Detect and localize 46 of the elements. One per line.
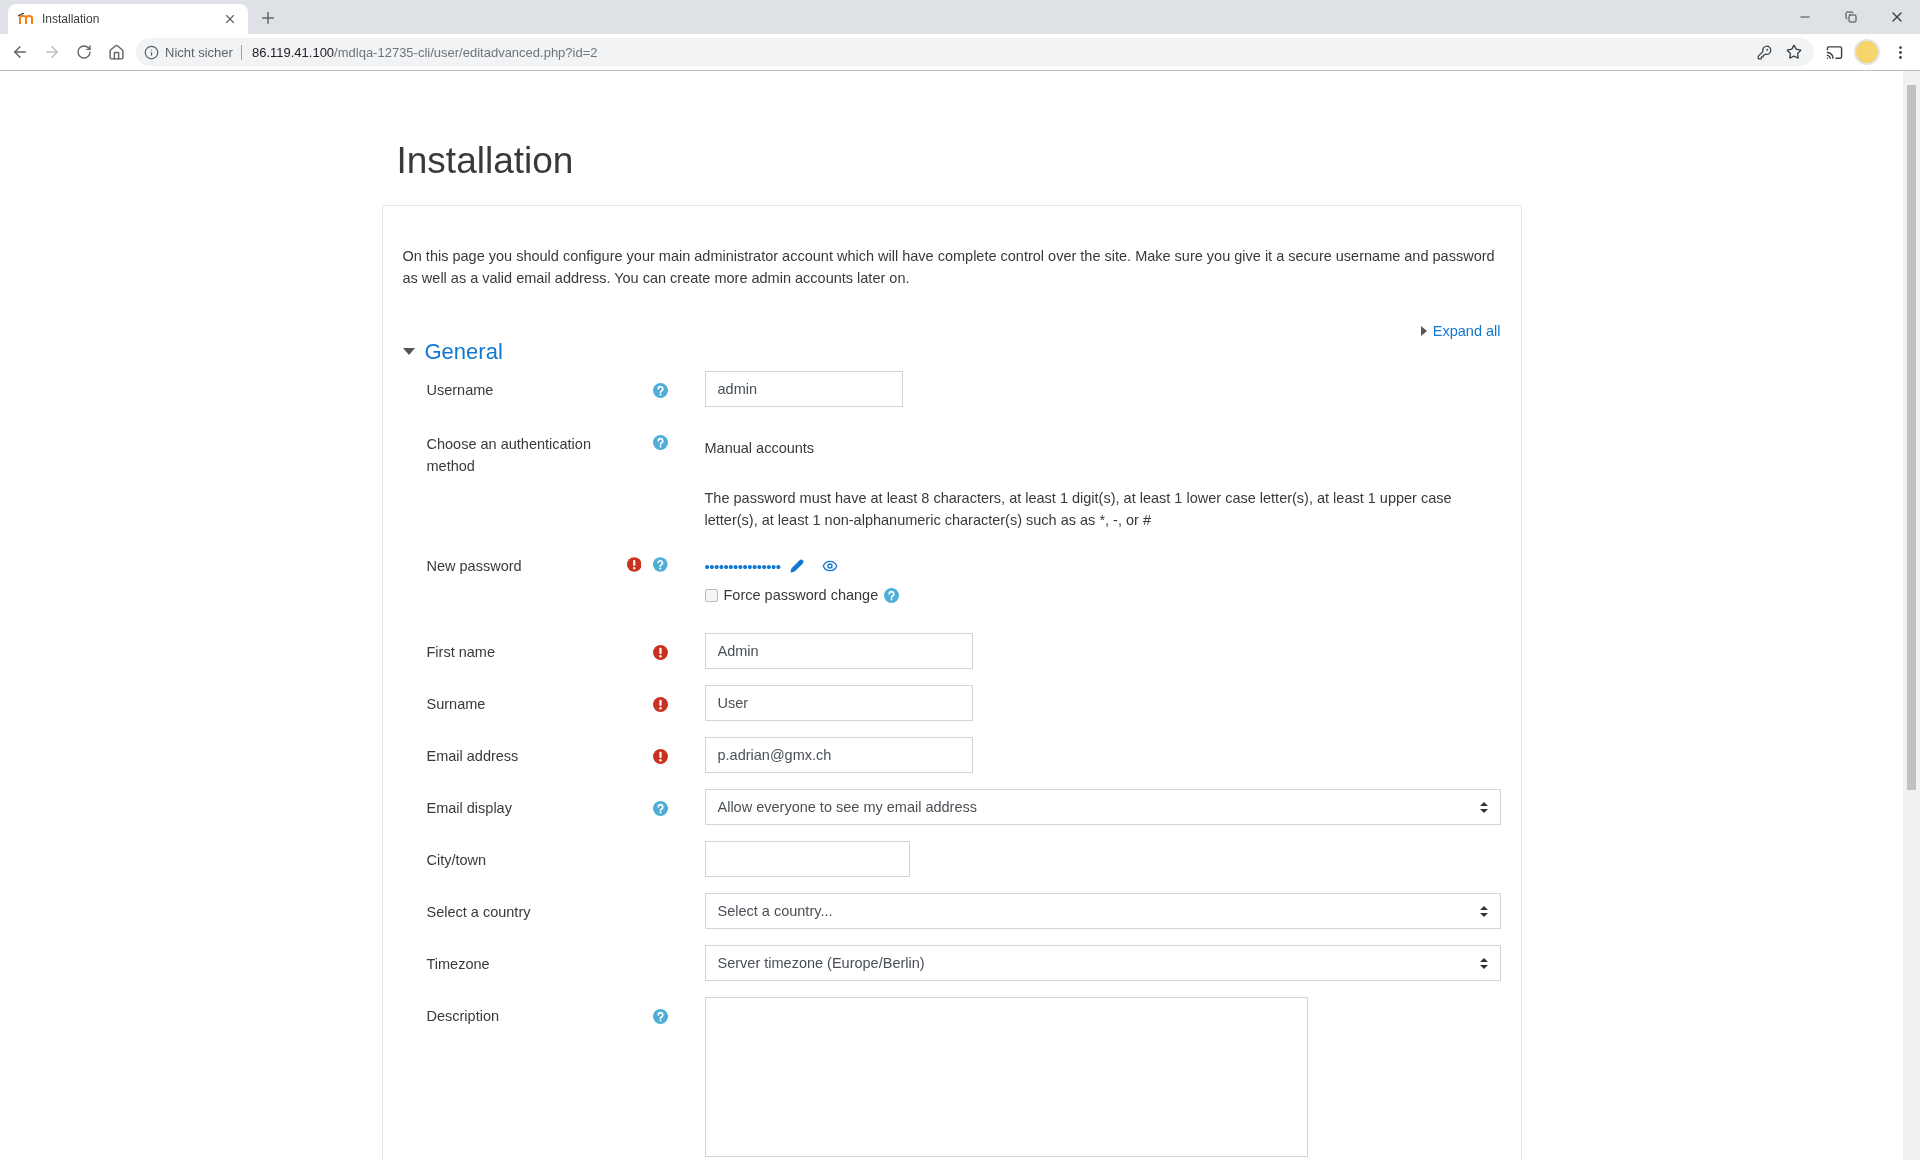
select-field[interactable]: Select a country... [704, 893, 1501, 930]
password-value: •••••••••••••••• [704, 557, 781, 575]
text-field[interactable]: admin [704, 371, 903, 408]
caret-icon [1420, 326, 1427, 337]
text-field[interactable] [704, 841, 910, 878]
field-label: Select a country [426, 903, 532, 923]
password-rules-text: The password must have at least 8 characters, at least 1 digit(s), at least 1 lower case letter(s), at least 1 upper case letter(s), at least 1 non-alphanumeric character(s) such as as *, -, or # [704, 489, 1453, 531]
field-label: Timezone [426, 955, 491, 975]
static-value: Manual accounts [704, 439, 815, 457]
checkbox[interactable] [704, 588, 718, 602]
field-label: First name [426, 643, 496, 663]
select-arrows-icon [1479, 905, 1488, 917]
scrollbar[interactable] [1903, 71, 1920, 1160]
checkbox-label: Force password change [723, 587, 879, 604]
field-label: Email display [426, 799, 513, 819]
expand-all-link[interactable]: Expand all [1420, 323, 1501, 340]
text-field[interactable]: User [704, 685, 973, 722]
select-field[interactable]: Server timezone (Europe/Berlin) [704, 945, 1501, 982]
intro-text: On this page you should configure your main administrator account which will have complete control over the site. Make sure you give it a secure username and password as well as a valid email address. You can create more admin accounts later on. [402, 247, 1496, 289]
field-label: Description [426, 1007, 501, 1027]
text-field[interactable]: p.adrian@gmx.ch [704, 737, 973, 774]
field-label: New password [426, 557, 523, 577]
select-field[interactable]: Allow everyone to see my email address [704, 789, 1501, 826]
caret-icon [402, 348, 415, 357]
page-title: Installation [396, 139, 575, 183]
profile-avatar[interactable] [1854, 39, 1880, 65]
edit-icon[interactable] [788, 558, 805, 575]
field-label: City/town [426, 851, 488, 871]
section-header[interactable]: General [402, 339, 503, 366]
info-icon [144, 44, 159, 60]
field-label: Choose an authentication method [426, 435, 592, 477]
site-logo-icon [18, 13, 34, 25]
help-icon[interactable] [652, 435, 668, 451]
help-icon[interactable] [652, 383, 668, 399]
help-icon[interactable] [884, 587, 900, 603]
help-icon[interactable] [652, 1009, 668, 1025]
address-bar[interactable]: Nicht sicher 86.119.41.100/mdlqa-12735-cli/user/editadvanced.php?id=2 [136, 38, 1814, 66]
help-icon[interactable] [652, 801, 668, 817]
select-arrows-icon [1479, 801, 1488, 813]
help-icon[interactable] [653, 557, 668, 573]
field-label: Surname [426, 695, 487, 715]
browser-tab[interactable]: Installation [8, 4, 248, 34]
select-arrows-icon [1479, 957, 1488, 969]
field-label: Email address [426, 747, 520, 767]
text-field[interactable]: Admin [704, 633, 973, 670]
field-label: Username [426, 381, 495, 401]
